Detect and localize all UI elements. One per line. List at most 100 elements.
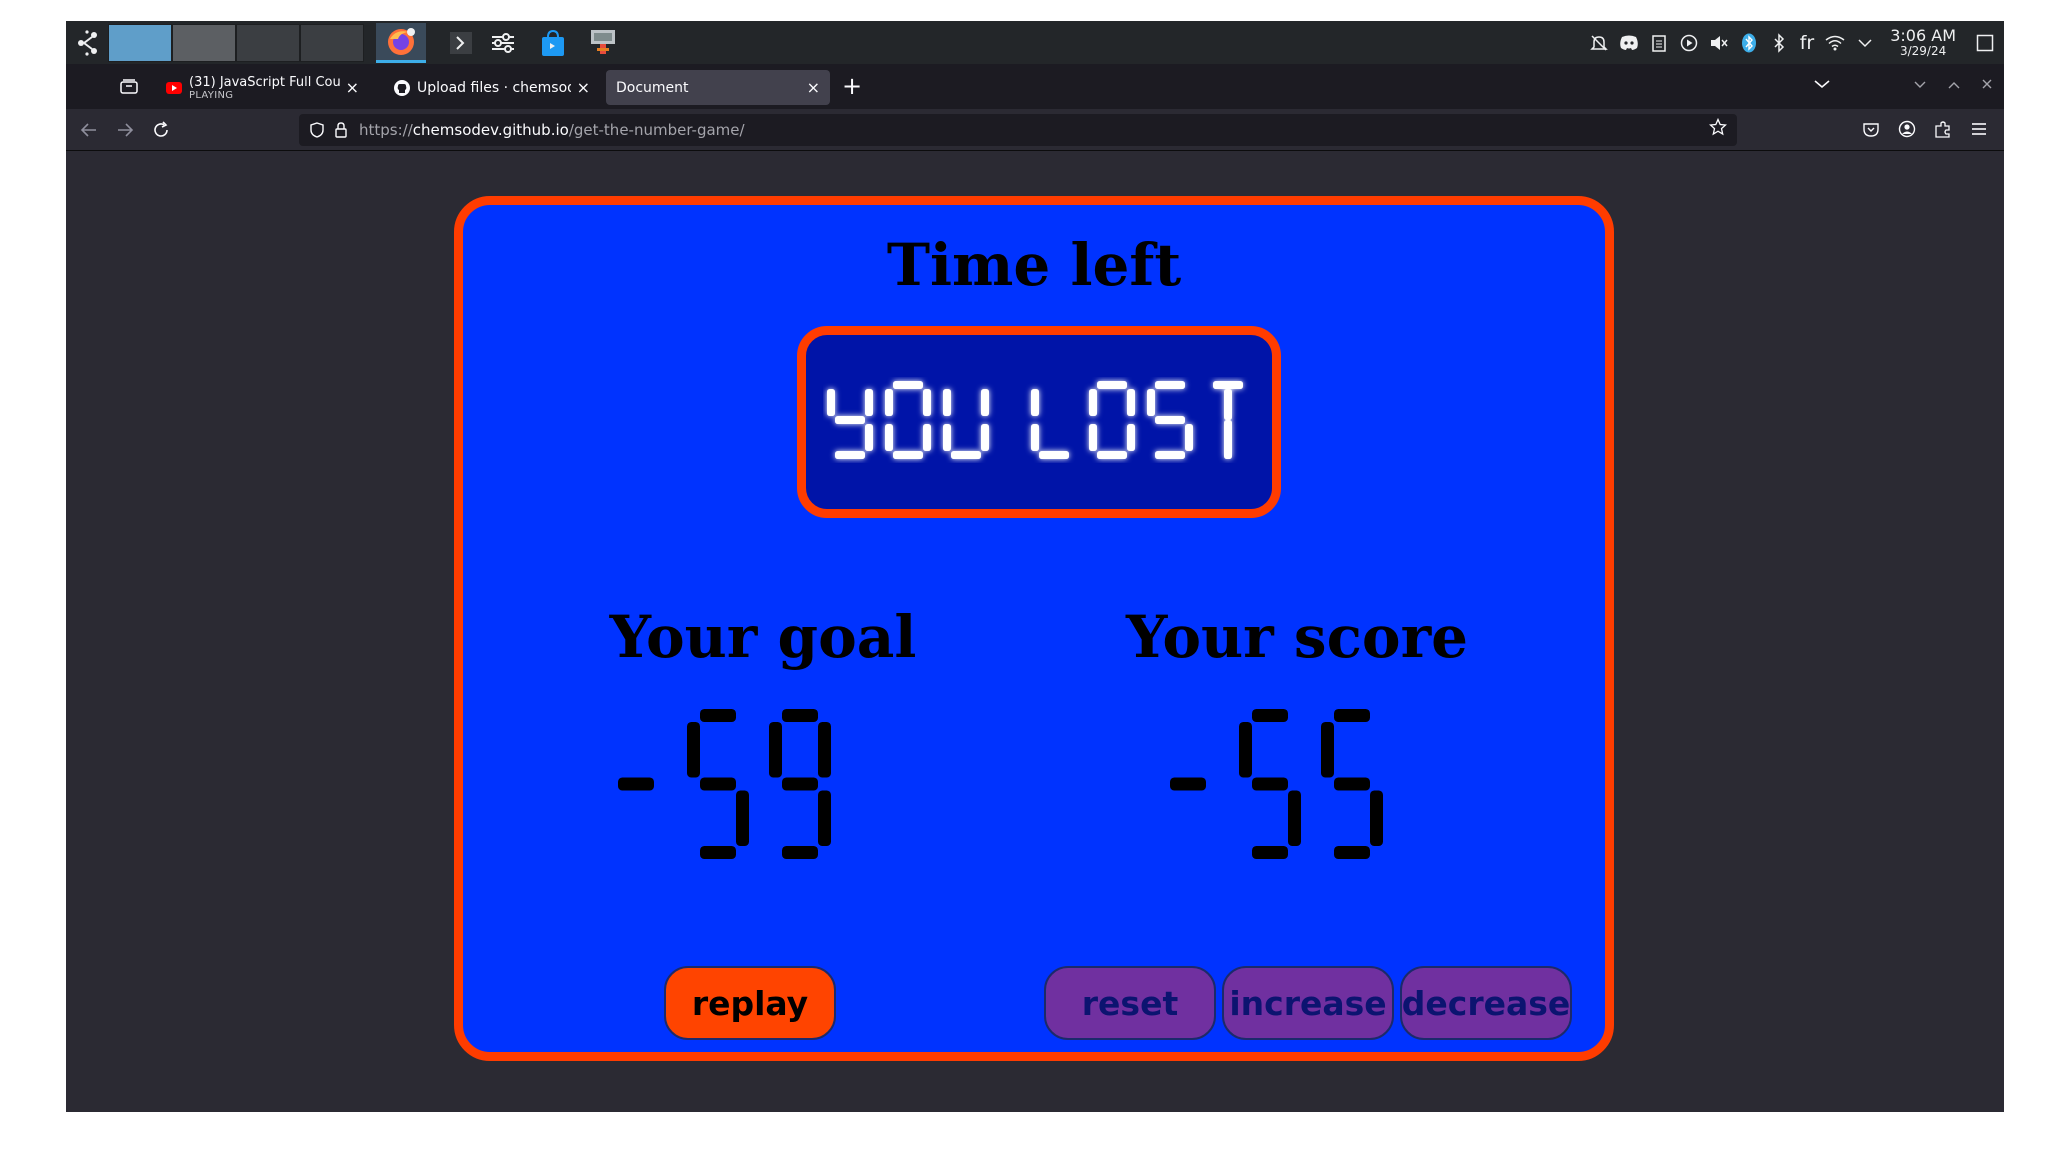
lcd-segment: [1185, 424, 1193, 451]
maximize-icon[interactable]: [1948, 74, 1960, 93]
lcd-segment: [736, 790, 749, 846]
close-tab-icon[interactable]: ×: [346, 78, 359, 97]
discord-icon[interactable]: [1614, 21, 1644, 64]
volume-muted-icon[interactable]: [1704, 21, 1734, 64]
lcd-segment: [885, 389, 893, 416]
increase-button[interactable]: increase: [1222, 966, 1394, 1040]
digital-clock[interactable]: 3:06 AM 3/29/24: [1880, 25, 1966, 57]
close-tab-icon[interactable]: ×: [807, 78, 820, 97]
lcd-segment: [1127, 389, 1135, 416]
app-launcher-icon[interactable]: [72, 27, 104, 59]
goal-value: [601, 705, 835, 867]
close-tab-icon[interactable]: ×: [577, 78, 590, 97]
back-icon[interactable]: [76, 117, 102, 143]
tab-github[interactable]: Upload files · chemsodev/get ×: [384, 70, 600, 105]
keyboard-layout-indicator[interactable]: fr: [1794, 32, 1821, 54]
lcd-segment: [865, 389, 873, 416]
tab-playing-label: PLAYING: [189, 89, 234, 101]
lcd-segment: [981, 389, 989, 416]
reset-button[interactable]: reset: [1044, 966, 1216, 1040]
lcd-segment: [700, 777, 736, 791]
pocket-icon[interactable]: [1860, 117, 1882, 141]
lcd-segment: [1334, 777, 1370, 791]
task-discover[interactable]: [528, 23, 578, 63]
decrease-button[interactable]: decrease: [1400, 966, 1572, 1040]
account-icon[interactable]: [1896, 117, 1918, 141]
tab-title: Document: [616, 79, 689, 96]
lcd-timer: [827, 381, 1243, 459]
desktop-1[interactable]: [108, 24, 172, 62]
minimize-icon[interactable]: [1914, 74, 1926, 93]
lcd-segment: [865, 424, 873, 451]
firefox-view-icon[interactable]: [120, 79, 138, 94]
timer-label: Time left: [886, 231, 1182, 299]
lcd-segment: [769, 722, 782, 778]
lock-icon[interactable]: [329, 118, 353, 142]
timer-display: [797, 326, 1281, 518]
show-desktop-icon[interactable]: [1966, 34, 2004, 52]
replay-button[interactable]: replay: [664, 966, 836, 1040]
bookmark-star-icon[interactable]: [1708, 117, 1728, 140]
list-all-tabs-icon[interactable]: [1814, 74, 1830, 93]
lcd-segment: [943, 424, 951, 451]
tab-title: Upload files · chemsodev/get: [417, 79, 571, 96]
terminal-icon: [450, 32, 472, 54]
goal-label: Your goal: [609, 603, 917, 671]
system-tray: fr 3:06 AM 3/29/24: [1584, 21, 2004, 64]
tab-bar: (31) JavaScript Full Course PLAYING × Up…: [66, 64, 2004, 109]
lcd-segment: [1252, 846, 1288, 859]
screen: fr 3:06 AM 3/29/24 (31) JavaScript Full …: [66, 21, 2004, 1112]
media-player-icon[interactable]: [1674, 21, 1704, 64]
bluetooth-icon[interactable]: [1764, 21, 1794, 64]
extensions-icon[interactable]: [1932, 117, 1954, 141]
task-firefox[interactable]: [376, 23, 426, 63]
github-icon: [394, 79, 410, 96]
reload-icon[interactable]: [148, 117, 174, 143]
menu-hamburger-icon[interactable]: [1968, 117, 1990, 141]
lcd-segment: [1039, 451, 1069, 459]
lcd-segment: [1089, 424, 1097, 451]
bug-icon: [591, 30, 615, 54]
notifications-icon[interactable]: [1584, 21, 1614, 64]
lcd-goal: [618, 709, 831, 859]
desktop-2[interactable]: [172, 24, 236, 62]
lcd-segment: [981, 424, 989, 451]
navigation-toolbar: https://chemsodev.github.io/get-the-numb…: [66, 109, 2004, 151]
lcd-segment: [782, 709, 818, 722]
close-window-icon[interactable]: [1982, 74, 1992, 93]
lcd-segment: [818, 790, 831, 846]
bluetooth-active-icon[interactable]: [1734, 21, 1764, 64]
lcd-segment: [893, 451, 923, 459]
url-host: chemsodev.github.io: [412, 121, 569, 139]
lcd-segment: [951, 451, 981, 459]
forward-icon[interactable]: [112, 117, 138, 143]
tracking-protection-shield-icon[interactable]: [305, 118, 329, 142]
tab-title: (31) JavaScript Full Course: [189, 74, 340, 90]
desktop-3[interactable]: [236, 24, 300, 62]
task-bug-reporter[interactable]: [578, 23, 628, 63]
lcd-segment: [1031, 389, 1039, 416]
lcd-segment: [1097, 381, 1127, 389]
lcd-score: [1170, 709, 1383, 859]
tray-expand-icon[interactable]: [1850, 21, 1880, 64]
lcd-segment: [1213, 381, 1243, 389]
task-settings[interactable]: [478, 23, 528, 63]
store-icon: [542, 29, 564, 56]
clipboard-icon[interactable]: [1644, 21, 1674, 64]
lcd-segment: [827, 389, 835, 416]
lcd-segment: [943, 389, 951, 416]
lcd-segment: [1334, 709, 1370, 722]
tab-document-active[interactable]: Document ×: [606, 70, 830, 105]
desktop-4[interactable]: [300, 24, 364, 62]
lcd-segment: [1127, 424, 1135, 451]
url-bar[interactable]: https://chemsodev.github.io/get-the-numb…: [299, 114, 1737, 146]
clock-time: 3:06 AM: [1890, 25, 1956, 45]
lcd-segment: [835, 451, 865, 459]
settings-icon: [492, 33, 514, 53]
url-scheme: https://: [359, 121, 413, 139]
wifi-icon[interactable]: [1820, 21, 1850, 64]
new-tab-button[interactable]: +: [842, 72, 862, 100]
tab-youtube[interactable]: (31) JavaScript Full Course PLAYING ×: [156, 70, 369, 105]
lcd-segment: [1252, 709, 1288, 722]
lcd-segment: [1147, 389, 1155, 416]
